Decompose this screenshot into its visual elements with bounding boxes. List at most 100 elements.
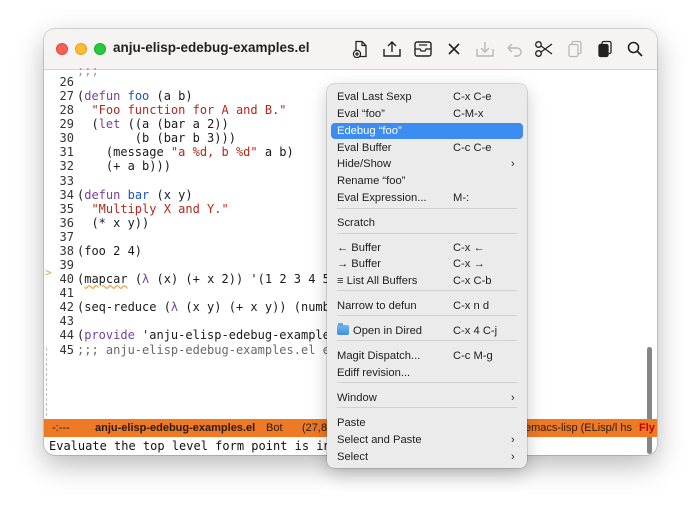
minimize-window-button[interactable] [75,43,87,55]
menu-separator [337,315,517,316]
close-window-button[interactable] [56,43,68,55]
line-number: 43 [59,314,74,329]
menu-item-hide-show[interactable]: Hide/Show › [331,156,523,172]
code-text: "Multiply X and Y." [91,201,229,216]
menu-item-buffer[interactable]: ← Buffer C-x ← [331,240,523,256]
menu-item-shortcut: C-x C-b [453,275,492,287]
menu-item-select[interactable]: Select › [331,449,523,465]
line-number: 26 [59,75,74,89]
menu-item-label: → Buffer [337,258,381,270]
echo-area: Evaluate the top level form point is in, [49,439,338,453]
menu-item-label: Paste [337,417,366,429]
copy-icon[interactable] [564,38,586,60]
menu-item-label: Magit Dispatch... [337,350,421,362]
code-line: 31 (message "a %d, b %d" a b) [44,145,294,159]
vertical-scrollbar[interactable] [647,347,652,454]
code-text: (message "a %d, b %d" a b) [77,145,294,160]
menu-item-list-all-buffers[interactable]: ≡ List All Buffers C-x C-b [331,273,523,289]
mode-line-buffer-name[interactable]: anju-elisp-edebug-examples.el [95,419,255,437]
menu-item-paste[interactable]: Paste [331,415,523,431]
menu-item-open-in-dired[interactable]: Open in Dired C-x 4 C-j [331,323,523,339]
context-menu: Eval Last Sexp C-x C-e Eval “foo” C-M-x Edeb… [327,84,527,468]
code-text: ;;; anju-elisp-edebug-examples.el end [77,342,345,357]
new-file-icon[interactable] [350,38,372,60]
menu-item-label: Open in Dired [337,323,422,339]
folder-icon [337,323,349,335]
menu-item-buffer[interactable]: → Buffer C-x → [331,256,523,272]
code-text: (foo 2 4) [77,243,143,258]
code-text: "Foo function for A and B." [91,103,287,118]
code-text: (b (bar b 3))) [77,131,236,146]
code-line: 30 (b (bar b 3))) [44,131,236,146]
menu-item-eval-buffer[interactable]: Eval Buffer C-c C-e [331,140,523,156]
code-text: (provide 'anju-elisp-edebug-examples) [77,328,345,343]
menu-item-magit-dispatch[interactable]: Magit Dispatch... C-c M-g [331,348,523,364]
line-number: 44 [59,328,74,343]
menu-item-eval-expression[interactable]: Eval Expression... M-: [331,190,523,206]
save-icon[interactable] [412,38,434,60]
menu-item-select-and-paste[interactable]: Select and Paste › [331,432,523,448]
menu-item-label: Narrow to defun [337,300,417,312]
mode-line-flycheck[interactable]: Fly [639,419,655,437]
save-as-icon[interactable] [474,38,496,60]
cut-icon[interactable] [533,38,555,60]
code-text: (seq-reduce (λ (x y) (+ x y)) (number [77,300,345,315]
zoom-window-button[interactable] [94,43,106,55]
code-line: 38 (foo 2 4) [44,244,142,258]
menu-item-ediff-revision[interactable]: Ediff revision... [331,365,523,381]
menu-item-label: Window [337,392,377,404]
menu-item-shortcut: C-x → [453,258,485,270]
menu-item-shortcut: C-x C-e [453,91,492,103]
line-number: 42 [59,300,74,315]
undo-icon[interactable] [504,38,526,60]
code-line: 41 [44,286,74,300]
menu-item-label: Eval Buffer [337,142,392,154]
menu-separator [337,290,517,291]
open-file-icon[interactable] [381,38,403,60]
code-text: (* x y)) [77,215,150,230]
menu-item-eval-foo[interactable]: Eval “foo” C-M-x [331,106,523,122]
title-bar: anju-elisp-edebug-examples.el [44,29,657,70]
search-icon[interactable] [624,38,646,60]
paste-icon[interactable] [594,38,616,60]
code-line: 29 (let ((a (bar a 2)) [44,117,229,131]
menu-item-label: Scratch [337,217,375,229]
menu-item-edebug-foo[interactable]: Edebug “foo” [331,123,523,139]
code-line: 32 (+ a b))) [44,159,171,174]
close-icon[interactable] [443,38,465,60]
code-line: 33 [44,174,74,188]
code-line: 42 (seq-reduce (λ (x y) (+ x y)) (number [44,300,345,315]
window-title: anju-elisp-edebug-examples.el [113,40,310,55]
menu-item-narrow-to-defun[interactable]: Narrow to defun C-x n d [331,298,523,314]
code-line: 45;;; anju-elisp-edebug-examples.el end [44,343,345,357]
menu-item-scratch[interactable]: Scratch [331,215,523,231]
submenu-arrow-icon: › [511,392,515,404]
line-number: 28 [59,103,74,118]
menu-item-label: Edebug “foo” [337,125,402,137]
menu-item-shortcut: C-x 4 C-j [453,325,498,337]
menu-item-label: Rename “foo” [337,175,406,187]
menu-item-window[interactable]: Window › [331,390,523,406]
line-number: 30 [59,131,74,146]
line-number: 27 [59,89,74,104]
line-number: 37 [59,229,74,244]
submenu-arrow-icon: › [511,158,515,170]
mode-line-mode[interactable]: emacs-lisp (ELisp/l hs [525,419,632,437]
menu-separator [337,233,517,234]
menu-item-label: Eval Expression... [337,192,427,204]
menu-item-rename-foo[interactable]: Rename “foo” [331,173,523,189]
line-number: 36 [59,215,74,230]
line-number: 34 [59,187,74,202]
submenu-arrow-icon: › [511,434,515,446]
fringe-marker: > [45,266,52,279]
menu-item-shortcut: M-: [453,192,470,204]
menu-item-eval-last-sexp[interactable]: Eval Last Sexp C-x C-e [331,89,523,105]
code-line: 34 (defun bar (x y) [44,187,193,202]
code-line: 35 "Multiply X and Y." [44,202,229,216]
menu-item-label: Hide/Show [337,158,392,170]
menu-separator [337,340,517,341]
line-number: 32 [59,159,74,174]
line-number: 41 [59,286,74,301]
menu-item-label: Ediff revision... [337,367,411,379]
mode-line-position: Bot [266,422,283,434]
